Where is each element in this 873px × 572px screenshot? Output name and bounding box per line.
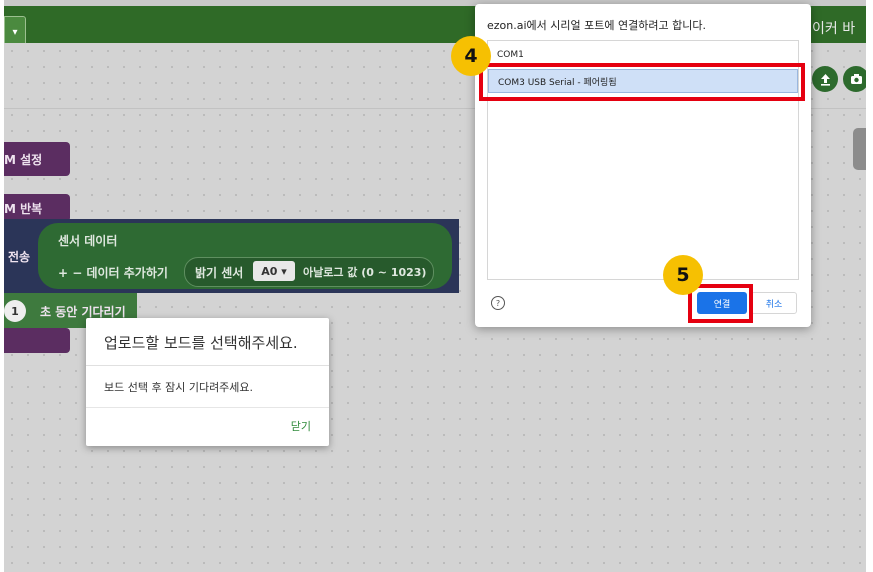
step-4-badge: 4 (451, 36, 491, 76)
camera-icon (850, 74, 862, 84)
repeat-block-label: M 반복 (4, 201, 43, 216)
modal-divider (86, 407, 329, 408)
pin-select[interactable]: A0 ▾ (253, 261, 295, 281)
add-data-label[interactable]: + − 데이터 추가하기 (58, 264, 168, 281)
upload-board-modal: 업로드할 보드를 선택해주세요. 보드 선택 후 잠시 기다려주세요. 닫기 (86, 318, 329, 446)
upload-icon (820, 73, 830, 86)
send-block-label: 전송 (8, 249, 31, 264)
upload-button[interactable] (812, 66, 838, 92)
dialog-title: ezon.ai에서 시리얼 포트에 연결하려고 합니다. (487, 19, 706, 32)
modal-divider (86, 365, 329, 366)
modal-title: 업로드할 보드를 선택해주세요. (104, 334, 298, 352)
repeat-block[interactable]: M 반복 (4, 194, 70, 222)
modal-close-button[interactable]: 닫기 (291, 418, 311, 434)
cancel-button[interactable]: 취소 (751, 292, 797, 314)
connect-highlight-box (688, 284, 753, 323)
serial-port-dialog: ezon.ai에서 시리얼 포트에 연결하려고 합니다. COM1 COM3 U… (475, 4, 811, 327)
step-5-badge: 5 (663, 255, 703, 295)
port-highlight-box (479, 63, 805, 101)
light-sensor-label: 밝기 센서 (195, 266, 244, 280)
setup-block-label: M 설정 (4, 152, 43, 167)
trash-can[interactable] (853, 128, 866, 170)
wait-seconds-input[interactable]: 1 (4, 300, 26, 322)
light-sensor-block[interactable]: 밝기 센서 A0 ▾ 아날로그 값 (0 ~ 1023) (184, 257, 434, 287)
setup-block[interactable]: M 설정 (4, 142, 70, 176)
help-icon[interactable]: ? (491, 296, 505, 310)
camera-button[interactable] (843, 66, 866, 92)
chevron-down-icon: ▾ (12, 26, 18, 38)
analog-value-label: 아날로그 값 (0 ~ 1023) (303, 266, 427, 279)
modal-message: 보드 선택 후 잠시 기다려주세요. (104, 381, 254, 394)
block-footer (4, 328, 70, 353)
sensor-data-label: 센서 데이터 (58, 234, 118, 248)
top-right-title: 이커 바 (812, 21, 856, 37)
